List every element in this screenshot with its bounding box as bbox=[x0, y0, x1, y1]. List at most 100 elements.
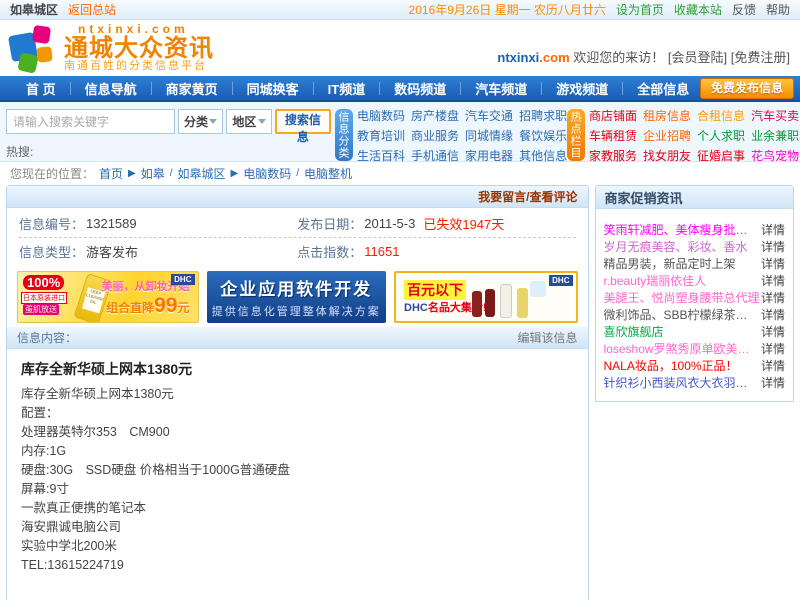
welcome-bar: ntxinxi.com 欢迎您的来访！ [会员登陆] [免费注册] bbox=[497, 47, 790, 66]
nav-yellow-pages[interactable]: 商家黄页 bbox=[152, 79, 232, 98]
member-login-link[interactable]: [会员登陆] bbox=[668, 50, 727, 65]
dhc-products-image bbox=[470, 279, 550, 321]
welcome-text: 欢迎您的来访！ bbox=[573, 50, 664, 65]
hot-link[interactable]: 家教服务 bbox=[589, 147, 637, 164]
promo-item: 微利饰品、SBB柠檬绿茶喜客多 详情 bbox=[604, 306, 786, 323]
help-link[interactable]: 帮助 bbox=[766, 1, 790, 18]
promo-item-link[interactable]: r.beauty瑞丽依佳人 bbox=[604, 272, 707, 289]
leave-comment-link[interactable]: 我要留言/查看评论 bbox=[478, 188, 577, 205]
promo-detail-link[interactable]: 详情 bbox=[761, 289, 785, 306]
listing-panel-header: 我要留言/查看评论 bbox=[7, 186, 588, 208]
promo-detail-link[interactable]: 详情 bbox=[761, 306, 785, 323]
hot-link[interactable]: 业余兼职 bbox=[751, 127, 799, 144]
listing-content: 库存全新华硕上网本1380元 库存全新华硕上网本1380元 配置： 处理器英特尔… bbox=[7, 349, 588, 575]
promo-detail-link[interactable]: 详情 bbox=[761, 221, 785, 238]
nav-auto-channel[interactable]: 汽车频道 bbox=[461, 79, 541, 98]
category-link[interactable]: 房产楼盘 bbox=[411, 107, 459, 124]
promo-detail-link[interactable]: 详情 bbox=[761, 340, 785, 357]
dhc-logo: DHC bbox=[549, 275, 572, 286]
edit-info-link[interactable]: 编辑该信息 bbox=[517, 329, 577, 346]
breadcrumb-link[interactable]: 首页 bbox=[99, 165, 123, 182]
hot-link[interactable]: 汽车买卖 bbox=[751, 107, 799, 124]
listing-title: 库存全新华硕上网本1380元 bbox=[21, 359, 574, 379]
category-link[interactable]: 汽车交通 bbox=[465, 107, 513, 124]
nav-all-info[interactable]: 全部信息 bbox=[623, 79, 703, 98]
promo-detail-link[interactable]: 详情 bbox=[761, 357, 785, 374]
breadcrumb-link[interactable]: 如皋 bbox=[141, 165, 165, 182]
set-homepage-link[interactable]: 设为首页 bbox=[616, 1, 664, 18]
promo-item: 针织衫小西装风衣大衣羽绒服原单.. 详情 bbox=[604, 374, 786, 391]
region-select[interactable]: 地区 bbox=[226, 109, 271, 134]
dhc-ad-banner-right[interactable]: 百元以下 DHC名品大集合! DHC bbox=[394, 271, 578, 323]
category-link[interactable]: 其他信息 bbox=[519, 147, 567, 164]
nav-it-channel[interactable]: IT频道 bbox=[314, 79, 380, 98]
promo-detail-link[interactable]: 详情 bbox=[761, 238, 785, 255]
software-ad-banner[interactable]: 企业应用软件开发 提供信息化管理整体解决方案 bbox=[207, 271, 387, 323]
hot-link[interactable]: 合租信息 bbox=[697, 107, 745, 124]
category-link[interactable]: 生活百科 bbox=[357, 147, 405, 164]
promo-detail-link[interactable]: 详情 bbox=[761, 272, 785, 289]
free-register-link[interactable]: [免费注册] bbox=[731, 50, 790, 65]
category-link[interactable]: 同城情缘 bbox=[465, 127, 513, 144]
free-post-button[interactable]: 免费发布信息 bbox=[700, 78, 794, 99]
dhc-ad-banner-left[interactable]: 100% 日本原装进口 蛋肌放送 DEEP CLEANSING OIL 美丽，从… bbox=[17, 271, 199, 323]
hot-link[interactable]: 花鸟宠物 bbox=[751, 147, 799, 164]
nav-home[interactable]: 首 页 bbox=[12, 79, 70, 98]
feedback-link[interactable]: 反馈 bbox=[732, 1, 756, 18]
add-favorite-link[interactable]: 收藏本站 bbox=[674, 1, 722, 18]
promo-item: 精品男装，新品定时上架 详情 bbox=[604, 255, 786, 272]
nav-game-channel[interactable]: 游戏频道 bbox=[542, 79, 622, 98]
search-button[interactable]: 搜索信息 bbox=[275, 109, 331, 134]
promo-detail-link[interactable]: 详情 bbox=[761, 255, 785, 272]
category-link[interactable]: 餐饮娱乐 bbox=[519, 127, 567, 144]
nav-city-swap[interactable]: 同城换客 bbox=[233, 79, 313, 98]
site-logo[interactable]: ntxinxi.com 通城大众资讯 南通百姓的分类信息平台 bbox=[10, 23, 214, 72]
promo-item-link[interactable]: NALA妆品，100%正品！ bbox=[604, 357, 738, 374]
promo-item-link[interactable]: loseshow罗煞秀原单欧美复古.. bbox=[604, 340, 760, 357]
category-link[interactable]: 招聘求职 bbox=[519, 107, 567, 124]
hot-link[interactable]: 个人求职 bbox=[697, 127, 745, 144]
info-category-tab[interactable]: 信息分类 bbox=[335, 109, 353, 161]
promo-item-link[interactable]: 岁月无痕美容、彩妆、香水 bbox=[604, 238, 748, 255]
current-region-label: 如皋城区 bbox=[10, 1, 58, 18]
click-count-value: 11651 bbox=[364, 244, 399, 259]
promo-item-link[interactable]: 针织衫小西装风衣大衣羽绒服原单.. bbox=[604, 374, 760, 391]
breadcrumb-link[interactable]: 电脑数码 bbox=[243, 165, 291, 182]
promo-item-link[interactable]: 喜欣旗舰店 bbox=[604, 323, 664, 340]
breadcrumb-link[interactable]: 电脑整机 bbox=[304, 165, 352, 182]
promo-item-link[interactable]: 微利饰品、SBB柠檬绿茶喜客多 bbox=[604, 306, 760, 323]
return-main-site-link[interactable]: 返回总站 bbox=[68, 1, 116, 18]
content-line: 内存:1G bbox=[21, 442, 574, 461]
promo-item-link[interactable]: 美腿王、悦尚塑身腰带总代理 bbox=[604, 289, 760, 306]
hot-link[interactable]: 租房信息 bbox=[643, 107, 691, 124]
promo-detail-link[interactable]: 详情 bbox=[761, 323, 785, 340]
nav-digital-channel[interactable]: 数码频道 bbox=[380, 79, 460, 98]
promo-item-link[interactable]: 笑雨轩减肥、美体瘦身批发专营 bbox=[604, 221, 760, 238]
category-link[interactable]: 电脑数码 bbox=[357, 107, 405, 124]
breadcrumb-link[interactable]: 如皋城区 bbox=[178, 165, 226, 182]
category-link[interactable]: 家用电器 bbox=[465, 147, 513, 164]
expired-badge: 已失效1947天 bbox=[423, 214, 504, 233]
category-link[interactable]: 商业服务 bbox=[411, 127, 459, 144]
category-link[interactable]: 手机通信 bbox=[411, 147, 459, 164]
hot-link[interactable]: 找女朋友 bbox=[643, 147, 691, 164]
category-link[interactable]: 教育培训 bbox=[357, 127, 405, 144]
info-id-value: 1321589 bbox=[86, 216, 137, 231]
dhc-100-badge: 100% bbox=[23, 275, 64, 290]
promo-detail-link[interactable]: 详情 bbox=[761, 374, 785, 391]
category-select[interactable]: 分类 bbox=[178, 109, 223, 134]
search-input[interactable] bbox=[6, 109, 175, 134]
hot-link[interactable]: 征婚启事 bbox=[697, 147, 745, 164]
promo-item: 岁月无痕美容、彩妆、香水 详情 bbox=[604, 238, 786, 255]
nav-info-guide[interactable]: 信息导航 bbox=[71, 79, 151, 98]
hot-link[interactable]: 商店铺面 bbox=[589, 107, 637, 124]
hot-link[interactable]: 车辆租赁 bbox=[589, 127, 637, 144]
main-nav: 首 页 信息导航 商家黄页 同城换客 IT频道 数码频道 汽车频道 游戏频道 全… bbox=[0, 76, 800, 102]
promo-sidebar-title: 商家促销资讯 bbox=[596, 186, 794, 209]
promo-item-link[interactable]: 精品男装，新品定时上架 bbox=[604, 255, 736, 272]
dhc-import-label: 日本原装进口 bbox=[21, 292, 67, 304]
hot-links: 商店铺面 租房信息 合租信息 汽车买卖 车辆租赁 企业招聘 个人求职 业余兼职 … bbox=[589, 109, 795, 161]
breadcrumb-label: 您现在的位置： bbox=[10, 165, 94, 182]
hot-columns-tab[interactable]: 热点栏目 bbox=[567, 109, 585, 161]
hot-link[interactable]: 企业招聘 bbox=[643, 127, 691, 144]
